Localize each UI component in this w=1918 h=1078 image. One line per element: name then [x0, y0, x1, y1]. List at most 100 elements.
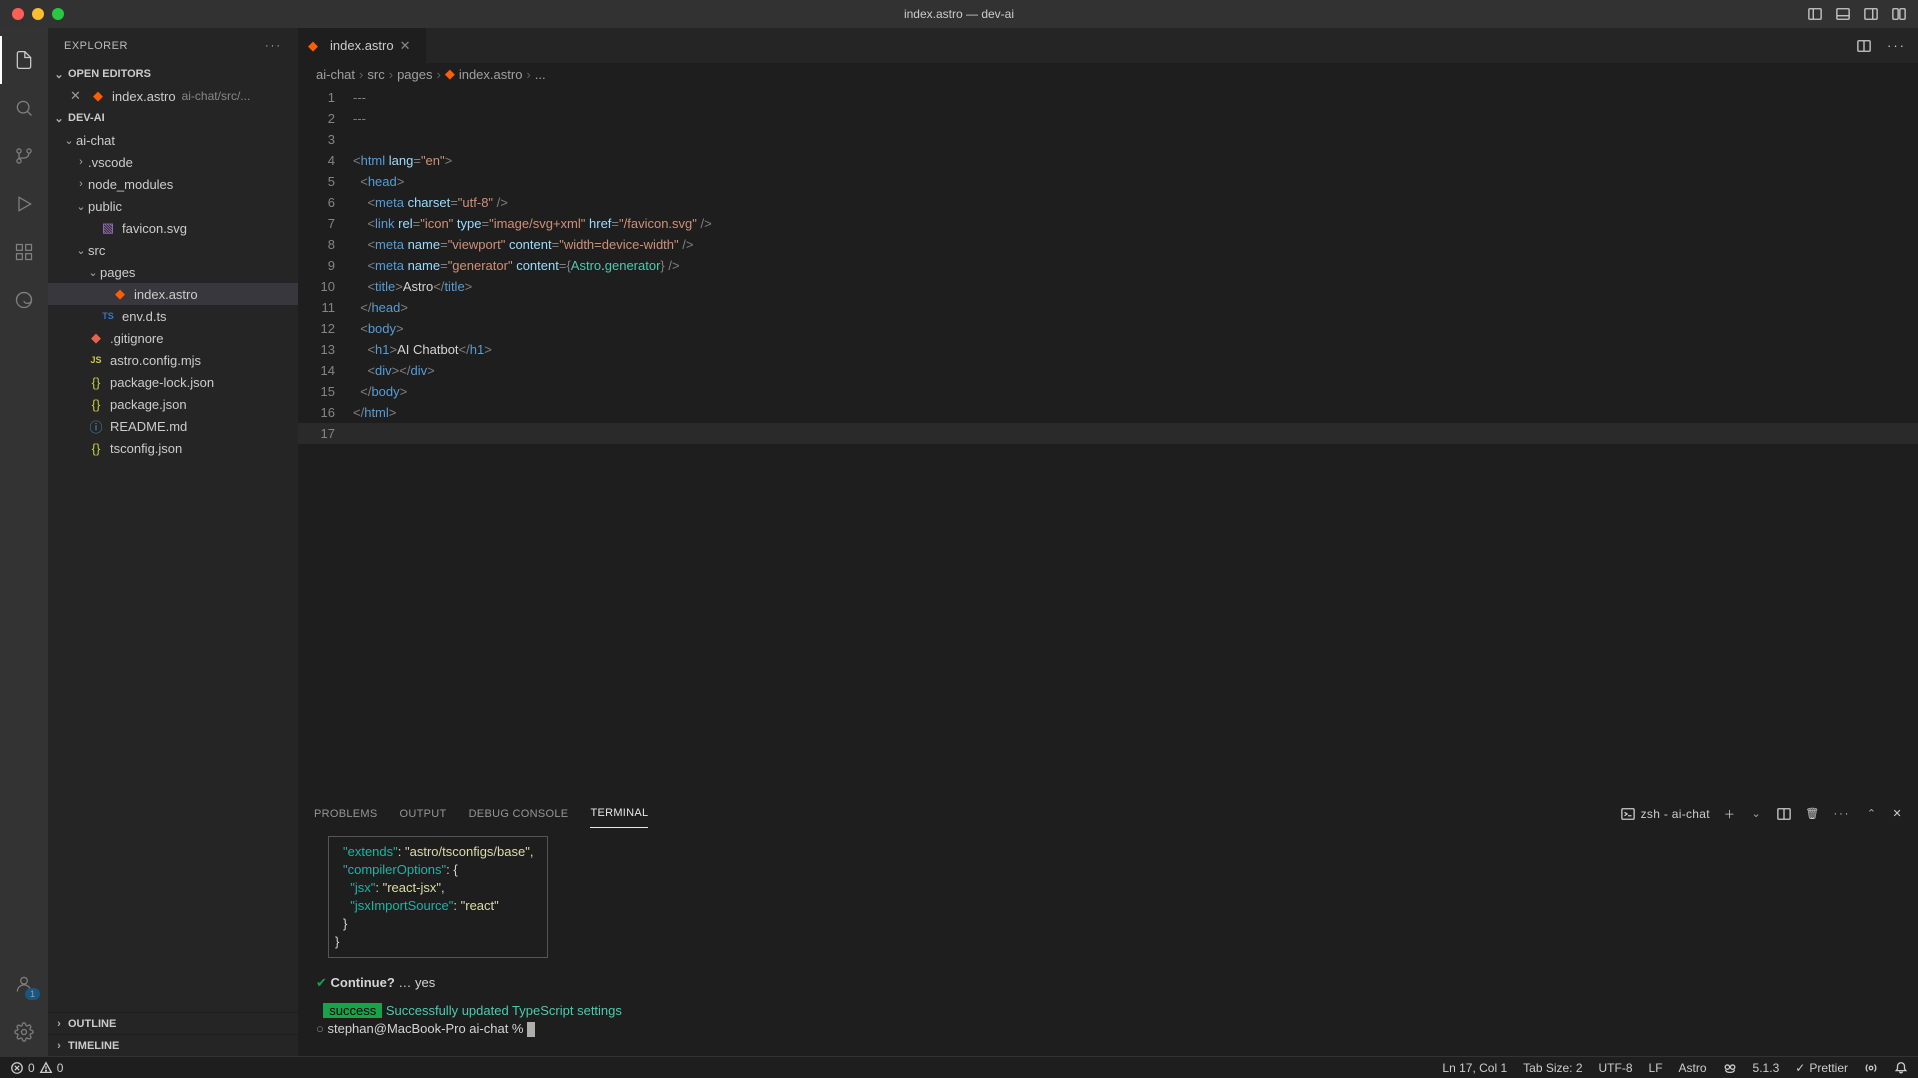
- json-file-icon: {}: [88, 440, 104, 456]
- terminal-content[interactable]: "extends": "astro/tsconfigs/base", "comp…: [298, 830, 1918, 1056]
- folder-item[interactable]: ⌄src: [48, 239, 298, 261]
- file-item[interactable]: ◆.gitignore: [48, 327, 298, 349]
- breadcrumb-item[interactable]: pages: [397, 67, 432, 82]
- breadcrumb-item[interactable]: src: [367, 67, 384, 82]
- astro-file-icon: ◆: [445, 66, 455, 82]
- activity-source-control[interactable]: [0, 132, 48, 180]
- timeline-header[interactable]: › TIMELINE: [48, 1034, 298, 1056]
- file-item[interactable]: {}tsconfig.json: [48, 437, 298, 459]
- activity-accounts[interactable]: 1: [0, 960, 48, 1008]
- breadcrumb-item[interactable]: ai-chat: [316, 67, 355, 82]
- breadcrumb-item[interactable]: ...: [535, 67, 546, 82]
- code-line: <meta name="viewport" content="width=dev…: [353, 234, 1918, 255]
- file-item[interactable]: JSastro.config.mjs: [48, 349, 298, 371]
- file-item[interactable]: ▧favicon.svg: [48, 217, 298, 239]
- breadcrumb-item[interactable]: index.astro: [459, 67, 523, 82]
- activity-run-debug[interactable]: [0, 180, 48, 228]
- activity-extensions[interactable]: [0, 228, 48, 276]
- folder-item[interactable]: ⌄public: [48, 195, 298, 217]
- folder-item[interactable]: ›.vscode: [48, 151, 298, 173]
- explorer-more-icon[interactable]: ···: [265, 40, 282, 52]
- file-item[interactable]: ⓘREADME.md: [48, 415, 298, 437]
- chevron-down-icon: ⌄: [62, 134, 76, 147]
- warning-icon: [39, 1061, 53, 1075]
- panel-tab-problems[interactable]: PROBLEMS: [314, 800, 378, 828]
- term-text: ,: [441, 880, 445, 895]
- activity-settings[interactable]: [0, 1008, 48, 1056]
- svg-file-icon: ▧: [100, 220, 116, 236]
- panel-tab-terminal[interactable]: TERMINAL: [590, 799, 648, 828]
- workspace-header[interactable]: ⌄ DEV-AI: [48, 107, 298, 129]
- status-bell-icon[interactable]: [1894, 1061, 1908, 1075]
- line-number: 17: [298, 423, 335, 444]
- folder-item[interactable]: ⌄ai-chat: [48, 129, 298, 151]
- chevron-right-icon: ›: [526, 67, 530, 82]
- line-number: 13: [298, 339, 335, 360]
- layout-toggle-bottom-icon[interactable]: [1836, 7, 1850, 21]
- editor-more-icon[interactable]: ···: [1887, 38, 1906, 53]
- close-panel-icon[interactable]: ✕: [1892, 807, 1902, 820]
- file-item[interactable]: {}package.json: [48, 393, 298, 415]
- layout-customize-icon[interactable]: [1892, 7, 1906, 21]
- activity-search[interactable]: [0, 84, 48, 132]
- status-language[interactable]: Astro: [1679, 1061, 1707, 1075]
- code-editor[interactable]: 1234567891011121314151617 ------ <html l…: [298, 85, 1918, 796]
- breadcrumbs[interactable]: ai-chat › src › pages › ◆ index.astro › …: [298, 63, 1918, 85]
- status-feedback-icon[interactable]: [1864, 1061, 1878, 1075]
- error-icon: [10, 1061, 24, 1075]
- line-number: 5: [298, 171, 335, 192]
- window-maximize-button[interactable]: [52, 8, 64, 20]
- term-text: Successfully updated TypeScript settings: [386, 1003, 622, 1018]
- new-terminal-icon[interactable]: ＋: [1724, 806, 1735, 822]
- split-terminal-icon[interactable]: [1777, 807, 1791, 821]
- folder-item[interactable]: ›node_modules: [48, 173, 298, 195]
- folder-name: ai-chat: [76, 133, 115, 148]
- open-editor-item[interactable]: ✕ ◆ index.astro ai-chat/src/...: [48, 85, 298, 107]
- line-number: 6: [298, 192, 335, 213]
- folder-item[interactable]: ⌄pages: [48, 261, 298, 283]
- terminal-selector[interactable]: zsh - ai-chat: [1621, 807, 1710, 821]
- gear-icon: [14, 1022, 34, 1042]
- status-errors[interactable]: 0 0: [10, 1061, 63, 1075]
- line-number: 8: [298, 234, 335, 255]
- window-close-button[interactable]: [12, 8, 24, 20]
- status-tab-size[interactable]: Tab Size: 2: [1523, 1061, 1582, 1075]
- status-cursor-position[interactable]: Ln 17, Col 1: [1442, 1061, 1507, 1075]
- status-version[interactable]: 5.1.3: [1753, 1061, 1780, 1075]
- editor-tab[interactable]: ◆ index.astro ✕: [298, 28, 427, 63]
- kill-terminal-icon[interactable]: 🗑: [1805, 807, 1819, 820]
- file-item[interactable]: TSenv.d.ts: [48, 305, 298, 327]
- file-name: package-lock.json: [110, 375, 214, 390]
- term-text: }: [343, 915, 533, 933]
- chevron-right-icon: ›: [436, 67, 440, 82]
- status-encoding[interactable]: UTF-8: [1599, 1061, 1633, 1075]
- layout-toggle-left-icon[interactable]: [1808, 7, 1822, 21]
- file-item[interactable]: {}package-lock.json: [48, 371, 298, 393]
- status-prettier[interactable]: ✓ Prettier: [1795, 1061, 1848, 1075]
- radio-icon: [1864, 1061, 1878, 1075]
- chevron-down-icon[interactable]: ⌄: [1749, 807, 1763, 820]
- panel-tab-debug-console[interactable]: DEBUG CONSOLE: [469, 800, 569, 828]
- open-editors-header[interactable]: ⌄ OPEN EDITORS: [48, 63, 298, 85]
- chevron-up-icon[interactable]: ⌃: [1864, 807, 1878, 820]
- activity-edge[interactable]: [0, 276, 48, 324]
- split-editor-icon[interactable]: [1857, 39, 1871, 53]
- line-number: 9: [298, 255, 335, 276]
- close-icon[interactable]: ✕: [70, 88, 86, 104]
- panel-tab-output[interactable]: OUTPUT: [400, 800, 447, 828]
- window-minimize-button[interactable]: [32, 8, 44, 20]
- line-number: 2: [298, 108, 335, 129]
- close-icon[interactable]: ✕: [400, 38, 416, 54]
- panel-more-icon[interactable]: ···: [1833, 808, 1850, 820]
- file-name: package.json: [110, 397, 187, 412]
- titlebar: index.astro — dev-ai: [0, 0, 1918, 28]
- status-eol[interactable]: LF: [1649, 1061, 1663, 1075]
- activity-explorer[interactable]: [0, 36, 48, 84]
- code-line: [353, 423, 1918, 444]
- chevron-down-icon: ⌄: [86, 266, 100, 279]
- outline-header[interactable]: › OUTLINE: [48, 1012, 298, 1034]
- file-item[interactable]: ◆index.astro: [48, 283, 298, 305]
- layout-toggle-right-icon[interactable]: [1864, 7, 1878, 21]
- status-copilot[interactable]: [1723, 1061, 1737, 1075]
- statusbar: 0 0 Ln 17, Col 1 Tab Size: 2 UTF-8 LF As…: [0, 1056, 1918, 1078]
